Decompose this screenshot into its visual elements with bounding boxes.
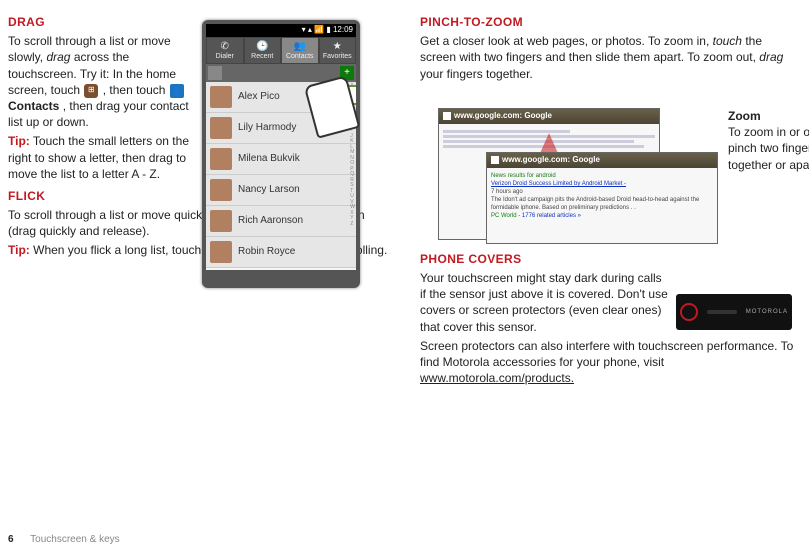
status-bar: ▾ ▴ 📶 ▮ 12:09 bbox=[206, 24, 356, 37]
text: Get a closer look at web pages, or photo… bbox=[420, 34, 713, 48]
page-number: 6 bbox=[8, 534, 14, 545]
drag-paragraph: To scroll through a list or move slowly,… bbox=[8, 33, 198, 130]
tab-label: Dialer bbox=[216, 53, 234, 60]
pinch-heading: Pinch-to-zoom bbox=[420, 14, 800, 30]
browser-title: www.google.com: Google bbox=[454, 111, 552, 122]
text: your fingers together. bbox=[420, 67, 533, 81]
footer-label: Touchscreen & keys bbox=[30, 534, 120, 545]
avatar bbox=[210, 210, 232, 232]
motorola-logo: MOTOROLA bbox=[746, 308, 788, 316]
proximity-sensor-icon bbox=[680, 303, 698, 321]
tip-label: Tip: bbox=[8, 243, 30, 257]
list-item[interactable]: Milena Bukvik bbox=[206, 144, 356, 175]
zoom-text: To zoom in or out, pinch two fingers tog… bbox=[728, 124, 809, 173]
page-footer: 6 Touchscreen & keys bbox=[8, 533, 120, 547]
contact-name: Milena Bukvik bbox=[238, 152, 300, 166]
phone-mock: ▾ ▴ 📶 ▮ 12:09 ✆ Dialer 🕒 Recent 👥 Contacts … bbox=[202, 20, 360, 288]
list-item[interactable]: Rich Aaronson bbox=[206, 206, 356, 237]
clock: 12:09 bbox=[333, 25, 353, 34]
tab-label: Favorites bbox=[323, 53, 352, 60]
phone-icon: ✆ bbox=[207, 40, 243, 51]
avatar bbox=[210, 86, 232, 108]
tab-dialer[interactable]: ✆ Dialer bbox=[206, 37, 244, 64]
tab-label: Contacts bbox=[286, 53, 314, 60]
tab-label: Recent bbox=[251, 53, 273, 60]
news-header: News results for android bbox=[491, 172, 713, 180]
contact-name: Lily Harmody bbox=[238, 121, 296, 135]
tab-contacts[interactable]: 👥 Contacts bbox=[281, 37, 319, 64]
motorola-link[interactable]: www.motorola.com/products. bbox=[420, 371, 574, 385]
text: touch bbox=[713, 34, 742, 48]
avatar bbox=[210, 148, 232, 170]
browser-title: www.google.com: Google bbox=[502, 155, 600, 166]
tab-recent[interactable]: 🕒 Recent bbox=[244, 37, 282, 64]
list-item[interactable]: Robin Royce bbox=[206, 237, 356, 268]
pinch-paragraph: Get a closer look at web pages, or photo… bbox=[420, 33, 800, 82]
tab-favorites[interactable]: ★ Favorites bbox=[319, 37, 357, 64]
favicon-icon bbox=[491, 156, 499, 164]
tab-bar: ✆ Dialer 🕒 Recent 👥 Contacts ★ Favorites bbox=[206, 37, 356, 64]
zoom-title: Zoom bbox=[728, 108, 809, 124]
covers-heading: Phone covers bbox=[420, 251, 800, 267]
zoom-caption: Zoom To zoom in or out, pinch two finger… bbox=[728, 108, 809, 173]
avatar bbox=[210, 117, 232, 139]
covers-p1: Your touchscreen might stay dark during … bbox=[420, 270, 670, 335]
avatar bbox=[210, 179, 232, 201]
pinch-demo: www.google.com: Google www.google.com: G… bbox=[438, 108, 790, 248]
contacts-icon: 👤 bbox=[170, 84, 184, 98]
news-source: PC World - 1776 related articles » bbox=[491, 212, 713, 220]
contact-name: Robin Royce bbox=[238, 245, 295, 259]
browser-title-bar: www.google.com: Google bbox=[487, 153, 717, 168]
home-icon: ⊞ bbox=[84, 84, 98, 98]
star-icon: ★ bbox=[320, 40, 356, 51]
phone-top-illustration: MOTOROLA bbox=[676, 294, 792, 330]
me-avatar[interactable] bbox=[208, 66, 222, 80]
drag-tip: Tip: Touch the small letters on the righ… bbox=[8, 133, 198, 182]
text: Touch the small letters on the right to … bbox=[8, 134, 189, 180]
news-age: 7 hours ago bbox=[491, 188, 713, 196]
list-item[interactable]: Nancy Larson bbox=[206, 175, 356, 206]
contact-name: Alex Pico bbox=[238, 90, 280, 104]
earpiece-icon bbox=[707, 310, 737, 314]
news-snippet: The Idon't ad campaign pits the Android-… bbox=[491, 196, 713, 212]
clock-icon: 🕒 bbox=[245, 40, 281, 51]
text: , then touch bbox=[103, 83, 169, 97]
text: Screen protectors can also interfere wit… bbox=[420, 339, 793, 369]
people-icon: 👥 bbox=[282, 40, 318, 51]
text: To scroll through a list or move quickly… bbox=[8, 208, 217, 222]
contacts-label: Contacts bbox=[8, 99, 59, 113]
covers-p2: Screen protectors can also interfere wit… bbox=[420, 338, 800, 387]
browser-zoomed-in: www.google.com: Google News results for … bbox=[486, 152, 718, 244]
contact-name: Nancy Larson bbox=[238, 183, 300, 197]
browser-title-bar: www.google.com: Google bbox=[439, 109, 659, 124]
avatar bbox=[210, 241, 232, 263]
text: drag bbox=[759, 50, 783, 64]
contact-name: Rich Aaronson bbox=[238, 214, 303, 228]
browser-body: News results for android Verizon Droid S… bbox=[487, 168, 717, 225]
favicon-icon bbox=[443, 112, 451, 120]
news-link[interactable]: Verizon Droid Success Limited by Android… bbox=[491, 180, 713, 188]
tip-label: Tip: bbox=[8, 134, 30, 148]
text: drag bbox=[46, 50, 70, 64]
